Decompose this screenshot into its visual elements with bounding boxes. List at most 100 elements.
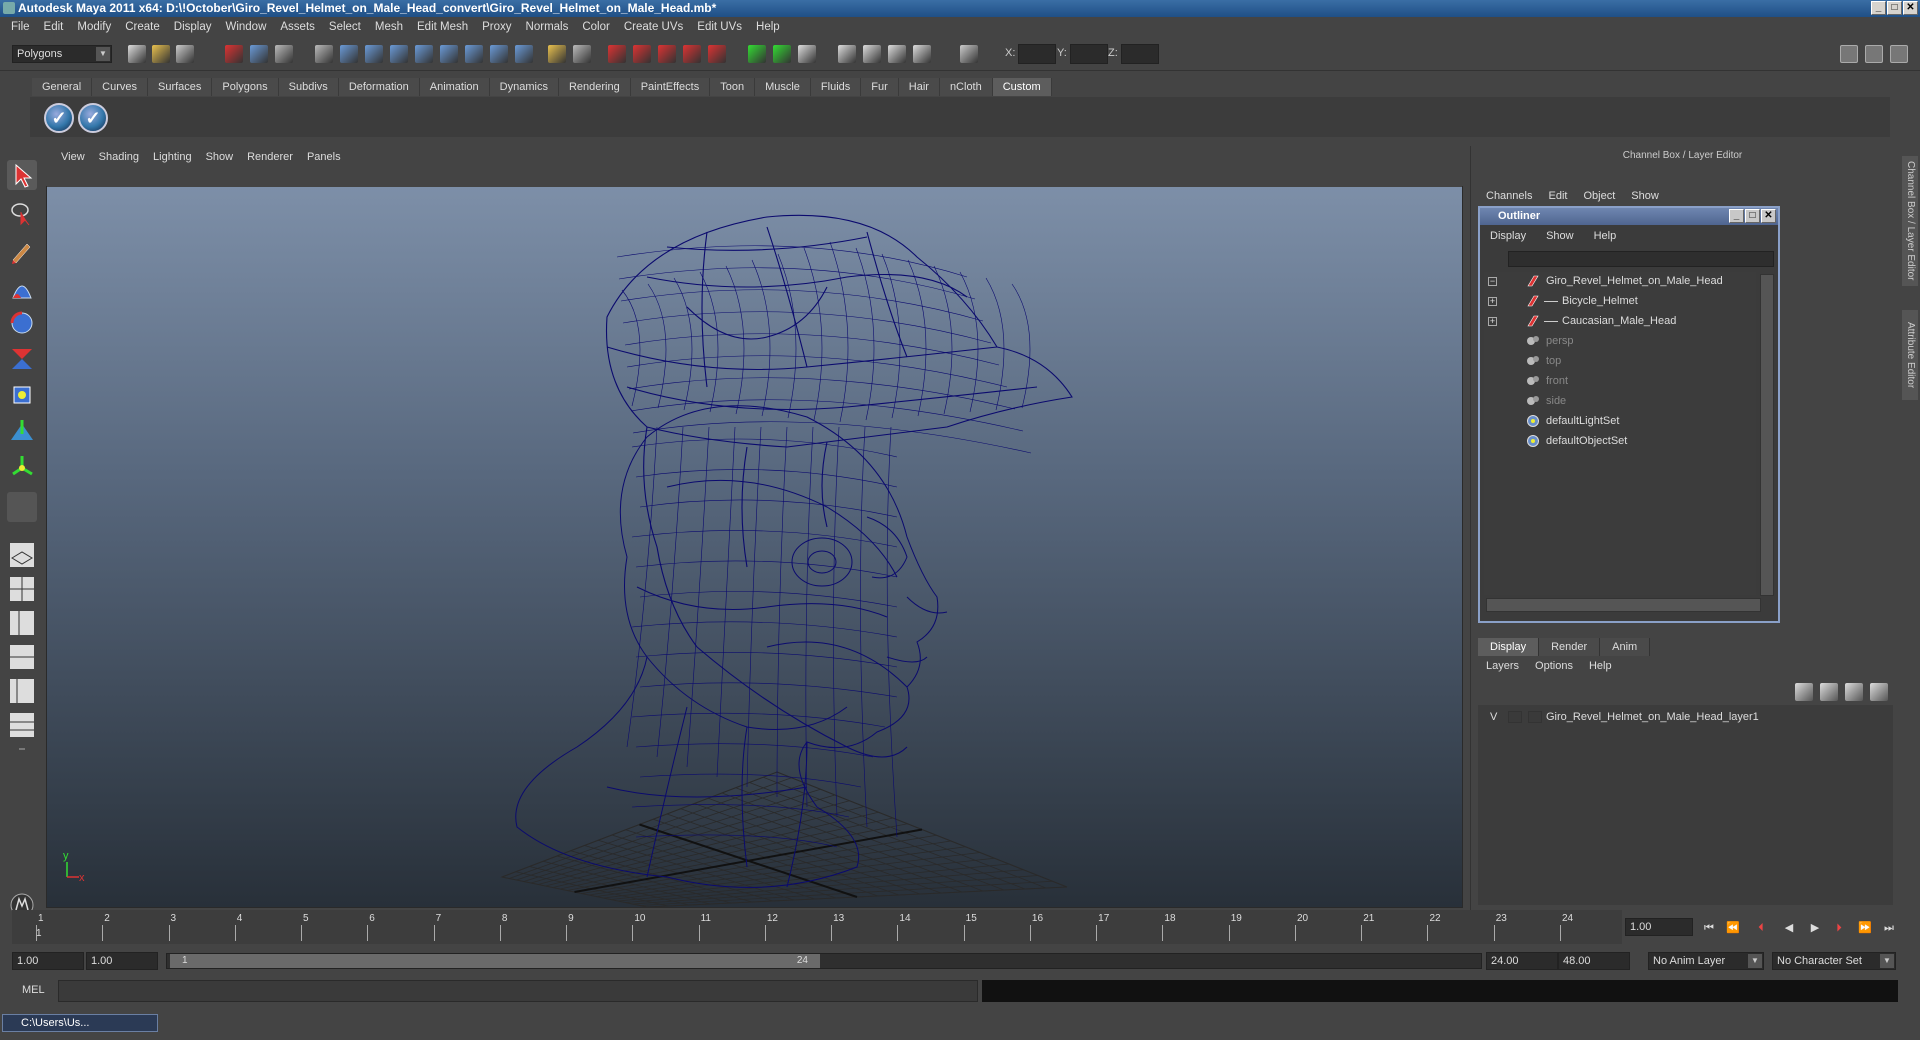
layout-hypershade-icon[interactable]: [7, 710, 37, 740]
check-icon[interactable]: ✓: [78, 103, 108, 133]
snap-plane-icon[interactable]: [390, 45, 408, 63]
menu-select[interactable]: Select: [322, 21, 368, 33]
graph-icon[interactable]: [888, 45, 906, 63]
go-to-start-icon[interactable]: ⏮: [1700, 921, 1718, 935]
outliner-maximize-button[interactable]: □: [1745, 209, 1760, 223]
select-hierarchy-icon[interactable]: [225, 45, 243, 63]
rotate-tool-icon[interactable]: [7, 308, 37, 338]
outliner-menu-show[interactable]: Show: [1536, 230, 1584, 246]
outliner-item[interactable]: persp: [1484, 332, 1754, 350]
layer-up-icon[interactable]: [1845, 683, 1863, 701]
soft-mod-tool-icon[interactable]: [7, 416, 37, 446]
manipulator-tool-icon[interactable]: [7, 380, 37, 410]
snap-mode-icon[interactable]: [960, 45, 978, 63]
viewport-menu-panels[interactable]: Panels: [300, 151, 348, 163]
mel-label[interactable]: MEL: [22, 984, 45, 996]
maximize-button[interactable]: □: [1887, 1, 1902, 15]
viewport-menu-view[interactable]: View: [54, 151, 92, 163]
move-tool-icon[interactable]: [7, 272, 37, 302]
outliner-minimize-button[interactable]: _: [1729, 209, 1744, 223]
shelf-tab-general[interactable]: General: [32, 78, 93, 96]
anim-layer-select[interactable]: No Anim Layer ▼: [1648, 952, 1764, 970]
menu-edit-uvs[interactable]: Edit UVs: [690, 21, 749, 33]
paint-select-tool-icon[interactable]: [7, 236, 37, 266]
mel-input[interactable]: [58, 980, 978, 1002]
animation-end-field[interactable]: 48.00: [1558, 952, 1630, 970]
menu-color[interactable]: Color: [575, 21, 616, 33]
menu-normals[interactable]: Normals: [519, 21, 576, 33]
layer-tab-render[interactable]: Render: [1539, 638, 1601, 656]
current-frame-field[interactable]: 1.00: [1625, 918, 1693, 936]
camera-frame-icon[interactable]: [573, 45, 591, 63]
layer-visibility-toggle[interactable]: V: [1490, 708, 1497, 726]
viewport-menu-lighting[interactable]: Lighting: [146, 151, 199, 163]
layer-row[interactable]: V Giro_Revel_Helmet_on_Male_Head_layer1: [1478, 708, 1893, 726]
layer-down-icon[interactable]: [1870, 683, 1888, 701]
layout-single-icon[interactable]: [7, 540, 37, 570]
layer-tab-anim[interactable]: Anim: [1600, 638, 1651, 656]
layer-playback-toggle[interactable]: [1508, 711, 1522, 723]
channel-menu-channels[interactable]: Channels: [1478, 190, 1540, 204]
shelf-tab-fur[interactable]: Fur: [861, 78, 899, 96]
outliner-item[interactable]: + Caucasian_Male_Head: [1484, 312, 1754, 330]
layer-tab-display[interactable]: Display: [1478, 638, 1540, 656]
lock-icon[interactable]: [548, 45, 566, 63]
shelf-tab-polygons[interactable]: Polygons: [212, 78, 279, 96]
new-scene-icon[interactable]: [128, 45, 146, 63]
outliner-icon[interactable]: [913, 45, 931, 63]
side-tab-channel-box[interactable]: Channel Box / Layer Editor: [1902, 156, 1918, 286]
viewport-menu-renderer[interactable]: Renderer: [240, 151, 300, 163]
playback-end-field[interactable]: 24.00: [1486, 952, 1558, 970]
render-view-icon[interactable]: [798, 45, 816, 63]
layout-graph-icon[interactable]: [7, 642, 37, 672]
help-icon[interactable]: [515, 45, 533, 63]
snap-grid-icon[interactable]: [315, 45, 333, 63]
channel-menu-show[interactable]: Show: [1623, 190, 1667, 204]
show-channel-box-icon[interactable]: [1840, 45, 1858, 63]
collapse-icon[interactable]: −: [1488, 277, 1497, 286]
magnet-alt-icon[interactable]: [658, 45, 676, 63]
layout-outliner-icon[interactable]: [7, 676, 37, 706]
expand-icon[interactable]: +: [1488, 297, 1497, 306]
shelf-tab-ncloth[interactable]: nCloth: [939, 78, 993, 96]
outliner-item[interactable]: defaultObjectSet: [1484, 432, 1754, 450]
magnet-icon[interactable]: [633, 45, 651, 63]
layout-side-icon[interactable]: [7, 608, 37, 638]
minimized-window-item[interactable]: C:\Users\Us...: [2, 1014, 158, 1032]
y-field[interactable]: [1070, 44, 1108, 64]
render-settings-icon[interactable]: [773, 45, 791, 63]
menu-file[interactable]: File: [4, 21, 37, 33]
play-forward-icon[interactable]: ▶: [1806, 921, 1824, 935]
menu-help[interactable]: Help: [749, 21, 787, 33]
channel-menu-edit[interactable]: Edit: [1540, 190, 1575, 204]
cross-icon[interactable]: [683, 45, 701, 63]
shelf-tab-muscle[interactable]: Muscle: [755, 78, 811, 96]
menu-edit-mesh[interactable]: Edit Mesh: [410, 21, 475, 33]
hypershade-icon[interactable]: [863, 45, 881, 63]
render-icon[interactable]: [465, 45, 483, 63]
step-forward-key-icon[interactable]: ⏵: [1830, 921, 1848, 935]
outliner-close-button[interactable]: ✕: [1761, 209, 1776, 223]
menu-set-select[interactable]: Polygons ▼: [12, 45, 112, 63]
shelf-tab-hair[interactable]: Hair: [898, 78, 940, 96]
last-tool-icon[interactable]: [7, 492, 37, 522]
select-tool-icon[interactable]: [7, 160, 37, 190]
outliner-item[interactable]: − Giro_Revel_Helmet_on_Male_Head: [1484, 272, 1754, 290]
open-scene-icon[interactable]: [152, 45, 170, 63]
playback-start-field[interactable]: 1.00: [86, 952, 158, 970]
character-set-select[interactable]: No Character Set ▼: [1772, 952, 1896, 970]
layout-four-icon[interactable]: [7, 574, 37, 604]
outliner-filter-field[interactable]: [1508, 251, 1774, 267]
snap-point-icon[interactable]: [365, 45, 383, 63]
outliner-item[interactable]: defaultLightSet: [1484, 412, 1754, 430]
scale-tool-icon[interactable]: [7, 344, 37, 374]
step-back-icon[interactable]: ⏪: [1724, 921, 1742, 935]
new-layer-icon[interactable]: [1795, 683, 1813, 701]
outliner-horizontal-scrollbar[interactable]: [1486, 598, 1761, 612]
layer-color-swatch[interactable]: [1528, 711, 1542, 723]
make-live-icon[interactable]: [415, 45, 433, 63]
layer-menu-help[interactable]: Help: [1581, 660, 1620, 676]
range-slider-thumb[interactable]: 1 24: [170, 954, 820, 968]
constraint-icon[interactable]: [608, 45, 626, 63]
shelf-tab-animation[interactable]: Animation: [419, 78, 490, 96]
